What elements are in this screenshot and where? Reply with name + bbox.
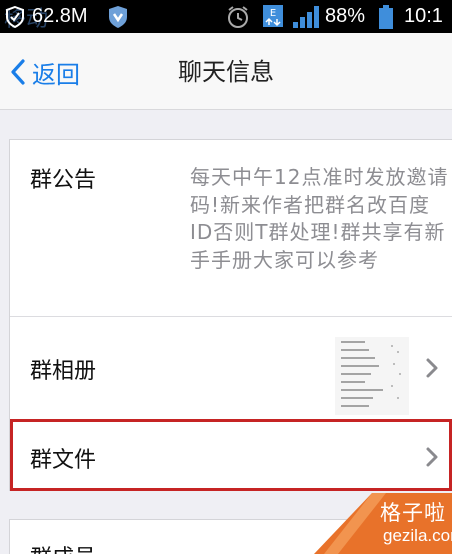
shield-icon xyxy=(6,6,24,28)
chevron-right-icon xyxy=(426,358,438,378)
page-title: 聊天信息 xyxy=(178,58,274,86)
nav-bar: 返回 聊天信息 xyxy=(0,33,452,110)
watermark-bottom-text: gezila.com xyxy=(383,526,452,545)
watermark: 格子啦 gezila.com xyxy=(314,493,452,554)
data-transfer-icon: E xyxy=(263,5,283,27)
group-members-label: 群成员 xyxy=(30,540,96,554)
battery-percent-text: 88% xyxy=(325,5,366,27)
signal-icon xyxy=(293,6,319,28)
clock-text: 10:1 xyxy=(404,5,443,27)
watermark-top-text: 格子啦 xyxy=(380,501,446,525)
group-notice-row[interactable]: 群公告 每天中午12点准时发放邀请码!新来作者把群名改百度ID否则T群处理!群共… xyxy=(10,140,452,316)
vpn-shield-icon xyxy=(109,6,127,28)
group-notice-label: 群公告 xyxy=(30,168,97,193)
alarm-icon xyxy=(228,6,248,28)
group-album-row[interactable]: 群相册 xyxy=(10,317,452,419)
status-bar: 移动 62.8M E 88% 10:1 xyxy=(0,0,452,33)
group-album-label: 群相册 xyxy=(30,359,97,384)
battery-icon xyxy=(379,5,393,29)
highlight-box xyxy=(10,419,452,491)
album-thumbnail xyxy=(335,337,409,415)
group-notice-text: 每天中午12点准时发放邀请码!新来作者把群名改百度ID否则T群处理!群共享有新手… xyxy=(190,165,449,272)
data-usage-text: 62.8M xyxy=(32,5,88,27)
svg-text:E: E xyxy=(270,8,276,19)
